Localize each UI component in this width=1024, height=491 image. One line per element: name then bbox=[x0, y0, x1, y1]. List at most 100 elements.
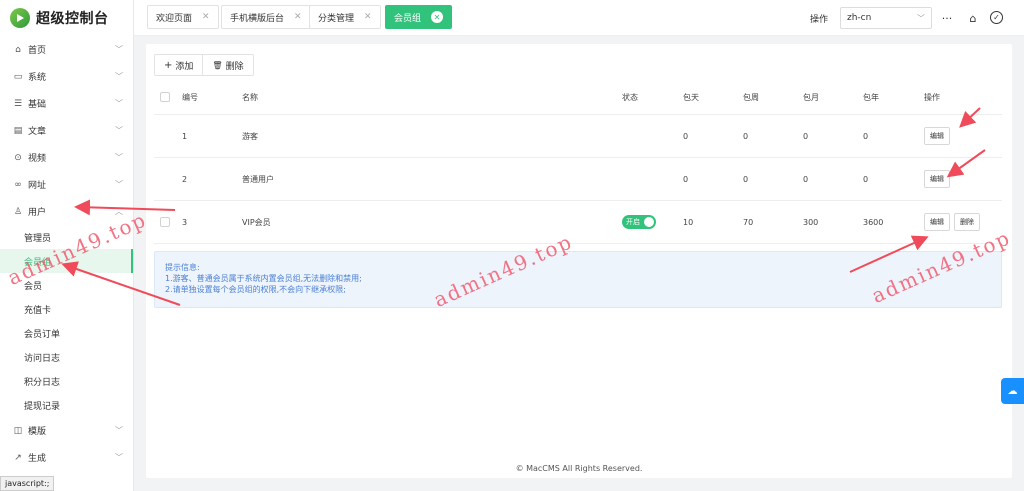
row-year: 0 bbox=[863, 131, 869, 141]
tab-category[interactable]: 分类管理 ✕ bbox=[309, 5, 381, 29]
sidebar-sub-member-group[interactable]: 会员组 bbox=[0, 249, 133, 273]
chevron-down-icon: ﹀ bbox=[917, 13, 925, 23]
row-id: 2 bbox=[182, 174, 188, 184]
header-status: 状态 bbox=[622, 92, 638, 102]
delete-label: 删除 bbox=[225, 61, 244, 72]
content-card: + 添加 🗑 删除 编号 名称 状态 包天 包周 包月 包年 操作 1 游客 0… bbox=[146, 44, 1012, 478]
sidebar-item-label: 系统 bbox=[28, 73, 47, 83]
add-label: 添加 bbox=[175, 61, 194, 72]
sidebar-item-label: 首页 bbox=[28, 46, 47, 56]
row-day: 0 bbox=[683, 174, 689, 184]
sidebar-item-label: 视频 bbox=[28, 154, 47, 164]
user-icon: ♙ bbox=[13, 206, 23, 217]
row-week: 70 bbox=[743, 217, 754, 227]
row-year: 0 bbox=[863, 174, 869, 184]
operation-label: 操作 bbox=[810, 15, 829, 25]
sidebar-item-url[interactable]: ∞ 网址 ﹀ bbox=[0, 171, 133, 198]
sidebar-item-label: 用户 bbox=[28, 208, 47, 218]
row-checkbox[interactable] bbox=[160, 217, 170, 227]
tab-welcome[interactable]: 欢迎页面 ✕ bbox=[147, 5, 219, 29]
sidebar-sub-member[interactable]: 会员 bbox=[0, 273, 133, 297]
sidebar-item-basic[interactable]: ☰ 基础 ﹀ bbox=[0, 90, 133, 117]
close-icon[interactable]: ✕ bbox=[202, 12, 210, 22]
trash-icon: 🗑 bbox=[212, 60, 223, 70]
tab-label: 分类管理 bbox=[318, 13, 355, 24]
sidebar-item-system[interactable]: ▭ 系统 ﹀ bbox=[0, 63, 133, 90]
language-value: zh-cn bbox=[847, 13, 872, 23]
header-ops: 操作 bbox=[924, 92, 940, 102]
monitor-icon: ▭ bbox=[13, 71, 23, 82]
plus-icon: + bbox=[164, 59, 173, 71]
delete-row-button[interactable]: 删除 bbox=[954, 213, 980, 231]
sidebar-sub-card[interactable]: 充值卡 bbox=[0, 297, 133, 321]
sidebar-item-template[interactable]: ◫ 模版 ﹀ bbox=[0, 417, 133, 444]
chevron-down-icon: ﹀ bbox=[115, 126, 123, 135]
chevron-up-icon: ︿ bbox=[115, 207, 123, 216]
select-all-checkbox[interactable] bbox=[160, 92, 170, 102]
row-week: 0 bbox=[743, 131, 749, 141]
row-name: 普通用户 bbox=[242, 174, 274, 184]
tab-member-group[interactable]: 会员组 ✕ bbox=[385, 5, 453, 29]
template-icon: ◫ bbox=[13, 425, 23, 436]
link-icon: ∞ bbox=[14, 179, 22, 190]
sidebar-item-home[interactable]: ⌂ 首页 ﹀ bbox=[0, 36, 133, 63]
close-icon[interactable]: ✕ bbox=[364, 12, 372, 22]
close-icon[interactable]: ✕ bbox=[294, 12, 302, 22]
sidebar-sub-visit-log[interactable]: 访问日志 bbox=[0, 345, 133, 369]
sidebar-sub-order[interactable]: 会员订单 bbox=[0, 321, 133, 345]
delete-button[interactable]: 🗑 删除 bbox=[202, 55, 253, 75]
cloud-icon: ☁ bbox=[1007, 385, 1018, 397]
row-id: 1 bbox=[182, 131, 188, 141]
row-day: 0 bbox=[683, 131, 689, 141]
row-month: 0 bbox=[803, 174, 809, 184]
row-month: 300 bbox=[803, 217, 819, 227]
list-icon: ☰ bbox=[13, 98, 23, 109]
check-circle-icon[interactable]: ✓ bbox=[990, 11, 1003, 24]
more-icon[interactable]: ··· bbox=[938, 9, 956, 27]
table-row: 2 普通用户 0 0 0 0 编辑 bbox=[154, 158, 1002, 201]
sidebar-sub-admin[interactable]: 管理员 bbox=[0, 225, 133, 249]
edit-button[interactable]: 编辑 bbox=[924, 213, 950, 231]
row-month: 0 bbox=[803, 131, 809, 141]
close-icon[interactable]: ✕ bbox=[431, 11, 444, 23]
row-year: 3600 bbox=[863, 217, 884, 227]
table-header: 编号 名称 状态 包天 包周 包月 包年 操作 bbox=[154, 80, 1002, 115]
sidebar-item-label: 生成 bbox=[28, 454, 47, 464]
edit-button[interactable]: 编辑 bbox=[924, 170, 950, 188]
sidebar-item-label: 模版 bbox=[28, 427, 47, 437]
sidebar-item-article[interactable]: ▤ 文章 ﹀ bbox=[0, 117, 133, 144]
tab-label: 欢迎页面 bbox=[156, 13, 193, 24]
header-id: 编号 bbox=[182, 92, 198, 102]
action-toolbar: + 添加 🗑 删除 bbox=[154, 54, 254, 76]
sidebar: 超级控制台 ⌂ 首页 ﹀ ▭ 系统 ﹀ ☰ 基础 ﹀ ▤ 文章 ﹀ ⊙ 视频 ﹀… bbox=[0, 0, 134, 491]
header-name: 名称 bbox=[242, 92, 258, 102]
chevron-down-icon: ﹀ bbox=[115, 453, 123, 462]
tip-title: 提示信息: bbox=[165, 263, 200, 272]
sidebar-item-user[interactable]: ♙ 用户 ︿ bbox=[0, 198, 133, 225]
sidebar-item-generate[interactable]: ↗ 生成 ﹀ bbox=[0, 444, 133, 471]
language-select[interactable]: zh-cn ﹀ bbox=[840, 7, 932, 29]
edit-button[interactable]: 编辑 bbox=[924, 127, 950, 145]
sidebar-sub-points-log[interactable]: 积分日志 bbox=[0, 369, 133, 393]
add-button[interactable]: + 添加 bbox=[155, 55, 203, 75]
generate-icon: ↗ bbox=[14, 452, 22, 463]
member-group-table: 编号 名称 状态 包天 包周 包月 包年 操作 1 游客 0 0 0 0 编辑 … bbox=[154, 80, 1002, 244]
app-title: 超级控制台 bbox=[36, 11, 109, 27]
float-service-button[interactable]: ☁ bbox=[1001, 378, 1024, 404]
status-switch[interactable]: 开启 bbox=[622, 215, 656, 229]
logo[interactable]: 超级控制台 bbox=[0, 0, 133, 36]
row-week: 0 bbox=[743, 174, 749, 184]
tip-box: 提示信息: 1.游客、普通会员属于系统内置会员组,无法删除和禁用; 2.请单独设… bbox=[154, 251, 1002, 308]
home-icon[interactable]: ⌂ bbox=[964, 9, 982, 27]
sidebar-menu-bottom: ◫ 模版 ﹀ ↗ 生成 ﹀ bbox=[0, 417, 133, 471]
table-row: 1 游客 0 0 0 0 编辑 bbox=[154, 115, 1002, 158]
footer-copyright: © MacCMS All Rights Reserved. bbox=[515, 464, 643, 473]
sidebar-item-label: 文章 bbox=[28, 127, 47, 137]
sidebar-item-video[interactable]: ⊙ 视频 ﹀ bbox=[0, 144, 133, 171]
tab-mobile-admin[interactable]: 手机横版后台 ✕ bbox=[221, 5, 311, 29]
chevron-down-icon: ﹀ bbox=[115, 153, 123, 162]
sidebar-sub-withdraw[interactable]: 提现记录 bbox=[0, 393, 133, 417]
tip-line-2: 2.请单独设置每个会员组的权限,不会向下继承权限; bbox=[165, 285, 346, 294]
row-name: 游客 bbox=[242, 131, 258, 141]
row-day: 10 bbox=[683, 217, 694, 227]
